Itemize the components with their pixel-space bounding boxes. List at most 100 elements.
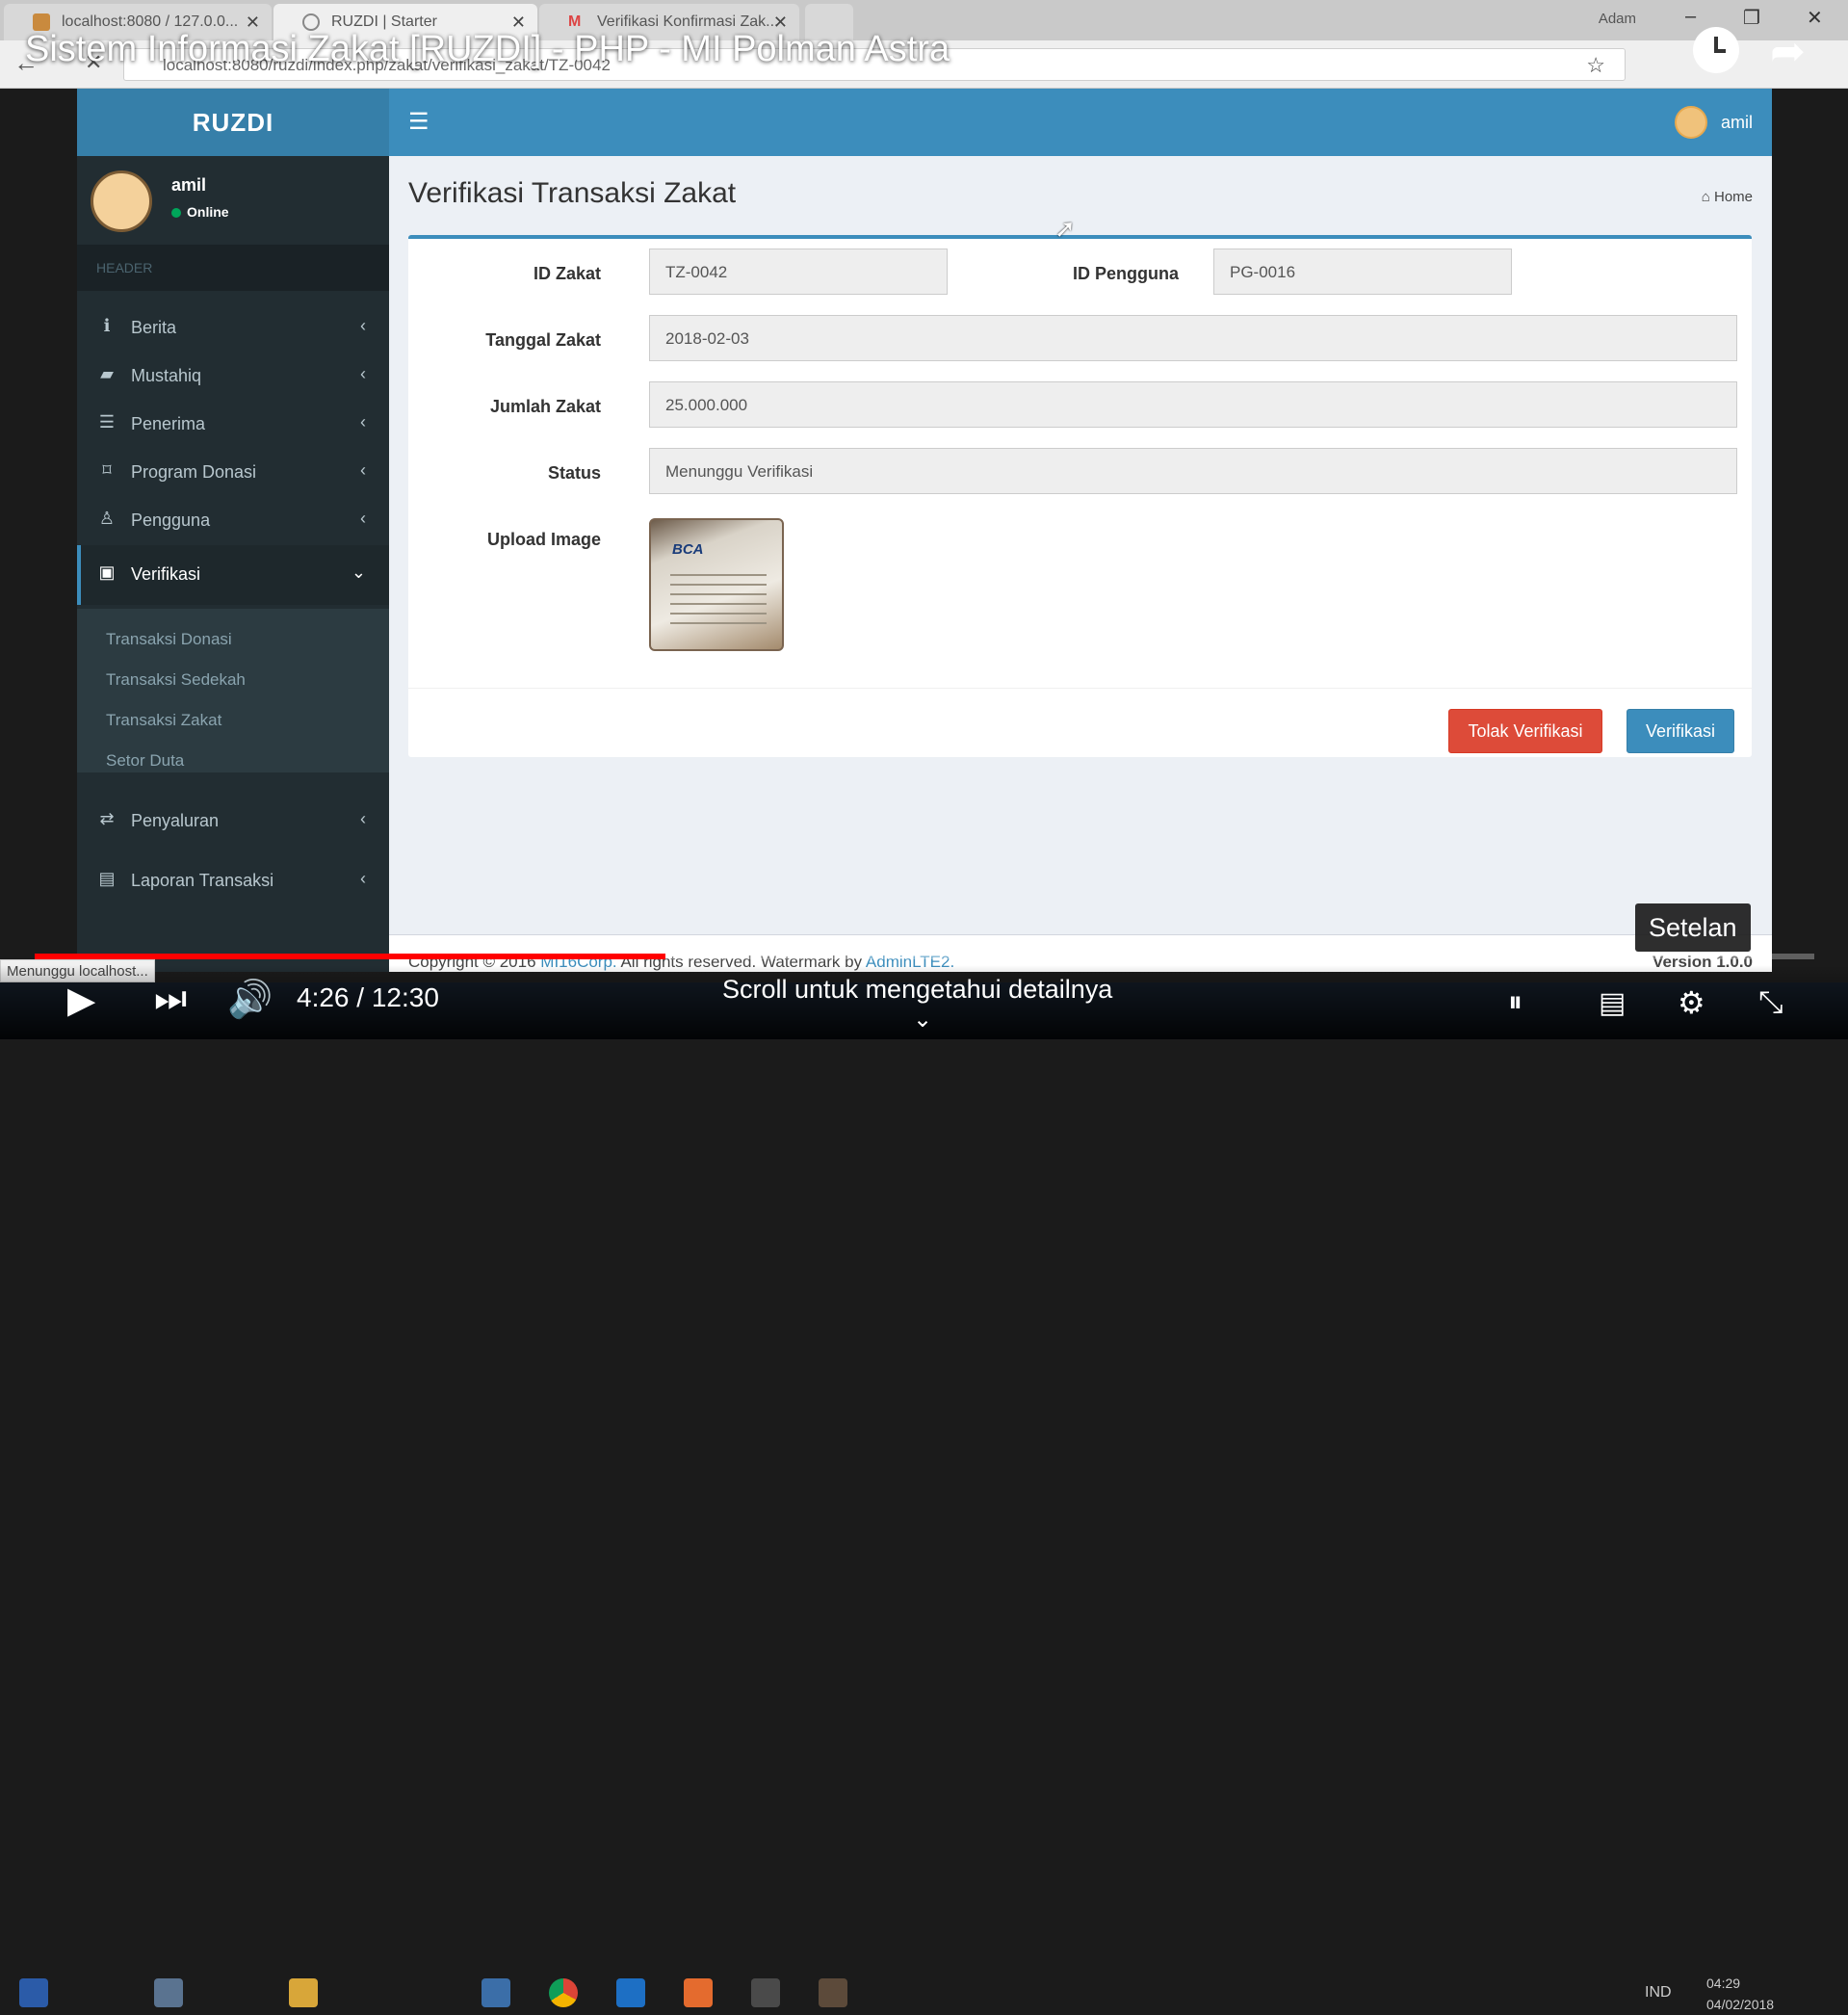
taskbar-chrome-icon[interactable] — [549, 1978, 578, 2007]
chevron-left-icon: ‹ — [360, 460, 366, 480]
id-pengguna-field[interactable]: PG-0016 — [1213, 249, 1512, 295]
book-icon: ▰ — [100, 364, 114, 383]
bookmark-star-icon[interactable]: ☆ — [1586, 53, 1605, 78]
sidebar-item-label: Penerima — [131, 414, 206, 433]
info-icon: ℹ — [103, 316, 111, 335]
clock-time: 04:29 — [1706, 1976, 1741, 1991]
tab-label: Verifikasi Konfirmasi Zak... — [597, 13, 779, 30]
video-progress-bar[interactable] — [35, 954, 1814, 959]
submenu-item-transaksi-sedekah[interactable]: Transaksi Sedekah — [106, 670, 246, 690]
tanggal-zakat-label: Tanggal Zakat — [485, 330, 601, 350]
status-field[interactable]: Menunggu Verifikasi — [649, 448, 1737, 494]
window-user-name[interactable]: Adam — [1599, 11, 1636, 27]
system-clock[interactable]: 04:29 04/02/2018 — [1706, 1973, 1774, 2015]
sidebar-item-label: Verifikasi — [131, 564, 201, 584]
verify-button[interactable]: Verifikasi — [1627, 709, 1734, 753]
settings-tooltip: Setelan — [1635, 903, 1751, 952]
minimize-icon[interactable]: – — [1685, 6, 1696, 28]
sidebar-item-verifikasi[interactable]: ▣ Verifikasi ⌄ — [77, 545, 389, 605]
exchange-icon: ⇄ — [99, 809, 115, 828]
id-pengguna-label: ID Pengguna — [1072, 264, 1179, 283]
sidebar-item-label: Berita — [131, 318, 177, 337]
user-panel: amil Online — [77, 156, 389, 243]
online-status: Online — [171, 204, 229, 220]
id-zakat-label: ID Zakat — [533, 264, 601, 283]
video-progress-fill — [35, 954, 666, 959]
receipt-text-lines — [670, 566, 767, 624]
sidebar-item-laporan-transaksi[interactable]: ▤ Laporan Transaksi ‹ — [77, 851, 389, 911]
tab-label: localhost:8080 / 127.0.0... — [62, 13, 239, 30]
breadcrumb-home: Home — [1713, 189, 1753, 205]
clock-date: 04/02/2018 — [1706, 1997, 1775, 2012]
jumlah-zakat-label: Jumlah Zakat — [489, 397, 601, 416]
transfer-receipt-image[interactable]: BCA — [649, 518, 784, 651]
reject-verification-button[interactable]: Tolak Verifikasi — [1448, 709, 1602, 753]
chevron-left-icon: ‹ — [360, 509, 366, 528]
taskbar-xampp-icon[interactable] — [684, 1978, 713, 2007]
online-dot-icon — [171, 208, 181, 218]
verifikasi-submenu: Transaksi Donasi Transaksi Sedekah Trans… — [77, 609, 389, 772]
autoplay-toggle-icon[interactable]: ⏸ — [1508, 986, 1523, 1019]
id-zakat-field[interactable]: TZ-0042 — [649, 249, 948, 295]
chevron-left-icon: ‹ — [360, 316, 366, 335]
top-navbar: RUZDI ☰ amil — [77, 89, 1772, 156]
taskbar-app-icon[interactable] — [482, 1978, 510, 2007]
exit-fullscreen-icon[interactable]: ⤡ — [1758, 984, 1783, 1021]
sidebar-item-penyaluran[interactable]: ⇄ Penyaluran ‹ — [77, 792, 389, 851]
volume-icon[interactable]: 🔊 — [227, 979, 273, 1021]
sidebar-item-label: Penyaluran — [131, 811, 220, 830]
taskbar-sublime-icon[interactable] — [751, 1978, 780, 2007]
taskbar-edge-icon[interactable] — [616, 1978, 645, 2007]
content-wrapper: Verifikasi Transaksi Zakat ⌂ Home ID Zak… — [389, 156, 1772, 972]
top-user-menu[interactable]: amil — [1674, 104, 1753, 141]
chevron-left-icon: ‹ — [360, 869, 366, 888]
sidebar: amil Online HEADER ℹ Berita ‹ ▰ Mustahiq… — [77, 156, 389, 972]
submenu-item-transaksi-zakat[interactable]: Transaksi Zakat — [106, 711, 221, 730]
sidebar-item-pengguna[interactable]: ♙ Pengguna ‹ — [77, 491, 389, 551]
jumlah-zakat-field[interactable]: 25.000.000 — [649, 381, 1737, 428]
submenu-item-setor-duta[interactable]: Setor Duta — [106, 751, 184, 771]
page-title: Verifikasi Transaksi Zakat — [408, 177, 737, 209]
sidebar-user-name: amil — [171, 175, 207, 195]
share-icon[interactable]: ➦ — [1770, 27, 1806, 76]
settings-gear-icon[interactable]: ⚙ — [1678, 984, 1705, 1021]
verification-form-box: ID Zakat TZ-0042 ID Pengguna PG-0016 Tan… — [408, 235, 1752, 757]
sidebar-header: HEADER — [77, 245, 389, 291]
watch-later-icon[interactable] — [1693, 27, 1739, 73]
user-icon: ♙ — [98, 509, 116, 528]
mouse-cursor-icon: ➚ — [1054, 214, 1076, 243]
breadcrumb[interactable]: ⌂ Home — [1702, 189, 1753, 205]
next-icon[interactable]: ⏭ — [154, 979, 187, 1020]
scroll-hint: Scroll untuk mengetahui detailnya — [722, 975, 1113, 1004]
sidebar-item-label: Mustahiq — [131, 366, 202, 385]
play-icon[interactable]: ▶ — [67, 979, 95, 1022]
video-time: 4:26 / 12:30 — [297, 982, 439, 1012]
taskbar-misc-icon[interactable] — [819, 1978, 847, 2007]
restore-icon[interactable]: ❐ — [1743, 6, 1760, 30]
status-label: Status — [547, 463, 601, 483]
close-window-icon[interactable]: ✕ — [1807, 6, 1823, 30]
top-user-name: amil — [1720, 113, 1753, 132]
calendar-check-icon: ▣ — [98, 563, 116, 582]
video-title[interactable]: Sistem Informasi Zakat [RUZDI] - PHP - M… — [25, 29, 950, 70]
avatar — [1674, 106, 1707, 139]
app-window: RUZDI ☰ amil amil Online HEADER ℹ Berita… — [77, 89, 1772, 972]
input-language[interactable]: IND — [1645, 1984, 1672, 2002]
app-logo[interactable]: RUZDI — [77, 89, 389, 156]
submenu-item-transaksi-donasi[interactable]: Transaksi Donasi — [106, 630, 232, 649]
sidebar-toggle-icon[interactable]: ☰ — [408, 108, 429, 136]
chevron-left-icon: ‹ — [360, 809, 366, 828]
taskbar-mail-icon[interactable] — [154, 1978, 183, 2007]
bookmark-icon: ⌑ — [102, 460, 112, 480]
windows-start-icon[interactable] — [19, 1978, 48, 2007]
dashboard-icon: ⌂ — [1701, 189, 1714, 205]
subtitles-icon[interactable]: ▤ — [1599, 986, 1626, 1020]
status-text: Online — [187, 204, 229, 220]
chevron-left-icon: ‹ — [360, 364, 366, 383]
receipt-bank-logo: BCA — [672, 541, 704, 558]
tab-label: RUZDI | Starter — [331, 13, 437, 30]
list-icon: ☰ — [98, 412, 116, 432]
chevron-down-icon[interactable]: ⌄ — [913, 1006, 932, 1034]
taskbar-explorer-icon[interactable] — [289, 1978, 318, 2007]
tanggal-zakat-field[interactable]: 2018-02-03 — [649, 315, 1737, 361]
